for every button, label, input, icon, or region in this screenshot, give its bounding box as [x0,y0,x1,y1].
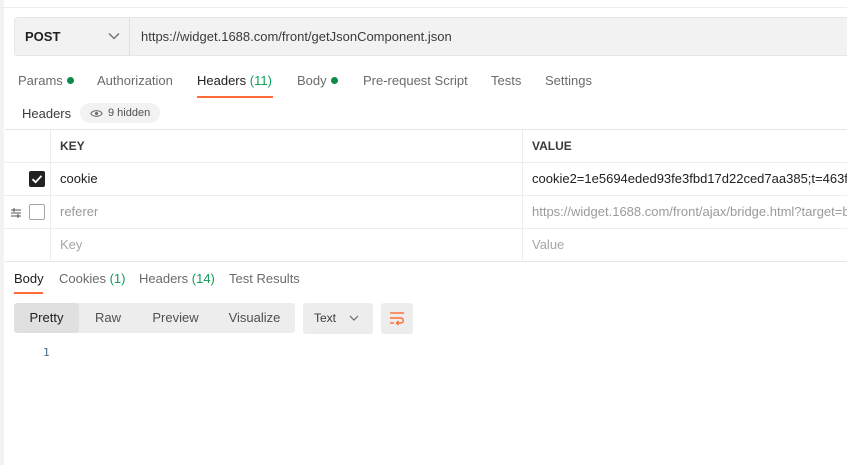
request-url-bar: POST https://widget.1688.com/front/getJs… [14,17,847,56]
new-value-input[interactable]: Value [532,229,564,261]
tab-headers[interactable]: Headers (11) [197,71,272,91]
chevron-down-icon [349,315,359,321]
view-mode-raw[interactable]: Raw [79,303,137,333]
tab-headers-label: Headers [197,73,247,88]
new-key-input[interactable]: Key [60,229,82,261]
tab-body[interactable]: Body [297,71,338,91]
line-number: 1 [43,346,50,359]
view-mode-preview[interactable]: Preview [137,303,214,333]
tab-response-headers-count: (14) [191,271,215,286]
tab-cookies-label: Cookies [59,271,106,286]
tab-settings-label: Settings [545,73,592,88]
format-label: Text [314,311,337,325]
status-dot [330,77,338,84]
headers-table: KEY VALUE cookie cookie2=1e5694eded93fe3… [5,129,847,262]
tab-params-label: Params [18,73,63,88]
tab-response-headers[interactable]: Headers (14) [139,269,215,289]
tab-headers-count: (11) [249,73,272,88]
left-edge [0,0,4,465]
header-value[interactable]: cookie2=1e5694eded93fe3fbd17d22ced7aa385… [532,163,847,195]
eye-icon [90,109,103,117]
value-column-header: VALUE [532,139,572,153]
tab-settings[interactable]: Settings [545,71,592,91]
tab-authorization-label: Authorization [97,73,173,88]
table-row: cookie cookie2=1e5694eded93fe3fbd17d22ce… [5,163,847,196]
header-key[interactable]: referer [60,196,98,228]
tab-params[interactable]: Params [18,71,74,91]
table-header-row: KEY VALUE [5,130,847,163]
tab-tests-label: Tests [491,73,522,88]
tab-test-results[interactable]: Test Results [229,269,300,289]
active-tab-indicator [197,96,273,98]
headers-section-label: Headers [22,106,72,121]
tab-response-headers-label: Headers [139,271,189,286]
tab-cookies-count: (1) [109,271,126,286]
tab-body-label: Body [297,73,327,88]
tab-tests[interactable]: Tests [491,71,521,91]
view-mode-switcher: Pretty Raw Preview Visualize [14,303,295,333]
active-response-tab-indicator [14,292,43,294]
view-mode-visualize[interactable]: Visualize [214,303,295,333]
key-column-header: KEY [60,139,85,153]
table-row: referer https://widget.1688.com/front/aj… [5,196,847,229]
tab-response-body-label: Body [14,271,44,286]
wrap-lines-icon [390,312,404,326]
hidden-headers-toggle[interactable]: 9 hidden [80,103,161,123]
drag-handle-icon[interactable] [11,208,21,218]
view-mode-pretty[interactable]: Pretty [14,303,79,333]
method-select[interactable]: POST [15,18,130,55]
tab-test-results-label: Test Results [229,271,300,286]
method-label: POST [25,29,61,44]
new-header-row: Key Value [5,229,847,262]
tab-pre-request-script[interactable]: Pre-request Script [363,71,468,91]
url-input[interactable]: https://widget.1688.com/front/getJsonCom… [141,18,452,55]
hidden-count: 9 hidden [108,107,151,119]
row-checkbox[interactable] [29,204,45,220]
row-checkbox[interactable] [29,171,45,187]
status-dot [66,77,74,84]
checkmark-icon [31,175,43,184]
chevron-down-icon [108,33,120,40]
header-key[interactable]: cookie [60,163,98,195]
format-select[interactable]: Text [303,303,373,334]
tab-pre-request-label: Pre-request Script [363,73,468,88]
tab-response-cookies[interactable]: Cookies (1) [59,269,125,289]
header-value[interactable]: https://widget.1688.com/front/ajax/bridg… [532,196,847,228]
top-strip [0,0,847,8]
tab-authorization[interactable]: Authorization [97,71,173,91]
wrap-lines-button[interactable] [381,303,413,334]
tab-response-body[interactable]: Body [14,269,44,289]
